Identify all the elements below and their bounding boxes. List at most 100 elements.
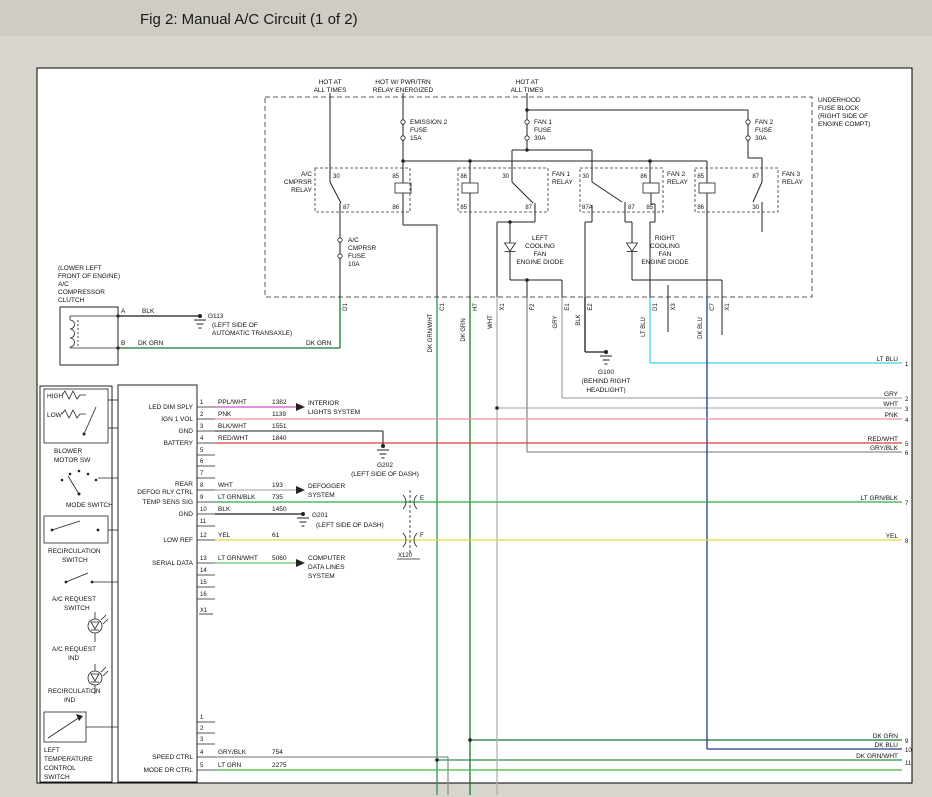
svg-text:AUTOMATIC TRANSAXLE): AUTOMATIC TRANSAXLE)	[212, 330, 292, 337]
terminal-a: A	[121, 308, 126, 315]
svg-text:IND: IND	[68, 655, 80, 662]
tag-dk-grn-wht: DK GRN/WHT	[428, 313, 434, 352]
svg-text:HIGH: HIGH	[47, 393, 64, 400]
svg-text:FAN: FAN	[534, 251, 547, 258]
svg-text:LOW REF: LOW REF	[163, 537, 193, 544]
svg-text:10A: 10A	[348, 261, 360, 268]
terminal-b: B	[121, 340, 125, 347]
svg-text:ENGINE COMPT): ENGINE COMPT)	[818, 121, 870, 128]
svg-text:(LOWER LEFT: (LOWER LEFT	[58, 265, 102, 272]
fan2-fuse-label: FAN 2	[755, 119, 773, 126]
svg-text:RECIRCULATION: RECIRCULATION	[48, 548, 101, 555]
tag-dk-blu: DK BLU	[698, 317, 704, 339]
svg-text:ALL TIMES: ALL TIMES	[314, 87, 348, 94]
svg-text:87: 87	[628, 205, 635, 211]
svg-text:11: 11	[905, 761, 912, 767]
svg-text:DEFOG RLY CTRL: DEFOG RLY CTRL	[137, 489, 193, 496]
svg-text:LT BLU: LT BLU	[877, 356, 899, 363]
connector-c7: C7	[710, 303, 716, 311]
svg-text:IND: IND	[64, 697, 76, 704]
svg-text:85: 85	[392, 174, 399, 180]
svg-text:30: 30	[502, 174, 509, 180]
tag-gry: GRY	[553, 316, 559, 329]
svg-text:14: 14	[200, 568, 207, 574]
svg-text:LT GRN/WHT: LT GRN/WHT	[218, 555, 258, 562]
connector-h7: H7	[473, 303, 479, 311]
svg-text:SWITCH: SWITCH	[44, 774, 70, 781]
svg-text:RED/WHT: RED/WHT	[868, 436, 898, 443]
feed-hot-2: HOT W/ PWR/TRN	[375, 79, 431, 86]
wire-a-color: BLK	[142, 308, 155, 315]
svg-text:2275: 2275	[272, 762, 287, 769]
svg-text:FUSE: FUSE	[755, 127, 773, 134]
svg-text:(RIGHT SIDE OF: (RIGHT SIDE OF	[818, 113, 868, 120]
svg-text:(LEFT SIDE OF DASH): (LEFT SIDE OF DASH)	[316, 522, 384, 529]
svg-text:PPL/WHT: PPL/WHT	[218, 399, 247, 406]
svg-text:10: 10	[200, 507, 207, 513]
svg-text:COOLING: COOLING	[650, 243, 680, 250]
svg-text:WHT: WHT	[218, 482, 233, 489]
svg-text:ENGINE DIODE: ENGINE DIODE	[516, 259, 564, 266]
wiring-diagram-page: Fig 2: Manual A/C Circuit (1 of 2)	[0, 0, 932, 797]
svg-text:G201: G201	[312, 512, 328, 519]
svg-text:X120: X120	[398, 553, 413, 559]
svg-text:FUSE: FUSE	[534, 127, 552, 134]
svg-text:A/C REQUEST: A/C REQUEST	[52, 646, 96, 653]
svg-text:(LEFT SIDE OF: (LEFT SIDE OF	[212, 322, 258, 329]
svg-text:85: 85	[697, 174, 704, 180]
svg-text:FUSE: FUSE	[410, 127, 428, 134]
fuse-block-label: UNDERHOOD	[818, 97, 861, 104]
wire-b-color: DK GRN	[138, 340, 164, 347]
svg-text:GND: GND	[179, 428, 194, 435]
svg-text:HEADLIGHT): HEADLIGHT)	[586, 387, 625, 394]
svg-text:RELAY: RELAY	[291, 187, 312, 194]
svg-text:1139: 1139	[272, 411, 286, 418]
module-connector-x1: X1	[200, 608, 208, 614]
svg-text:ENGINE DIODE: ENGINE DIODE	[641, 259, 689, 266]
feed-hot-3: HOT AT	[516, 79, 539, 86]
svg-text:LEFT: LEFT	[532, 235, 548, 242]
svg-text:G202: G202	[377, 462, 393, 469]
svg-text:DEFOGGER: DEFOGGER	[308, 483, 346, 490]
svg-text:85: 85	[646, 205, 653, 211]
svg-text:(LEFT SIDE OF DASH): (LEFT SIDE OF DASH)	[351, 471, 419, 478]
svg-text:30: 30	[582, 174, 589, 180]
tag-dk-grn: DK GRN	[461, 318, 467, 341]
svg-text:193: 193	[272, 482, 283, 489]
svg-text:61: 61	[272, 532, 280, 539]
svg-text:BLOWER: BLOWER	[54, 448, 82, 455]
svg-text:1840: 1840	[272, 435, 287, 442]
svg-text:15: 15	[200, 580, 207, 586]
svg-text:LT GRN/BLK: LT GRN/BLK	[861, 495, 899, 502]
svg-text:BATTERY: BATTERY	[164, 440, 194, 447]
svg-text:G113: G113	[208, 313, 224, 320]
svg-text:YEL: YEL	[886, 533, 899, 540]
svg-text:REAR: REAR	[175, 481, 193, 488]
svg-text:12: 12	[200, 533, 207, 539]
fan1-relay-label: FAN 1	[552, 171, 570, 178]
connector-e2: E2	[588, 303, 594, 311]
svg-text:LOW: LOW	[47, 412, 63, 419]
connector-d1: D1	[343, 303, 349, 311]
svg-text:RIGHT: RIGHT	[655, 235, 675, 242]
svg-text:87: 87	[525, 205, 532, 211]
svg-text:RELAY ENERGIZED: RELAY ENERGIZED	[373, 87, 434, 94]
svg-text:30: 30	[752, 205, 759, 211]
connector-d1-b: D1	[653, 303, 659, 311]
svg-text:85: 85	[460, 205, 467, 211]
svg-text:(BEHIND RIGHT: (BEHIND RIGHT	[582, 378, 631, 385]
svg-text:87A: 87A	[582, 205, 593, 211]
svg-text:LIGHTS SYSTEM: LIGHTS SYSTEM	[308, 409, 360, 416]
svg-text:WHT: WHT	[883, 401, 898, 408]
svg-text:FAN: FAN	[659, 251, 672, 258]
diagram-panel	[37, 68, 912, 783]
svg-text:GRY: GRY	[884, 391, 899, 398]
svg-text:BLK: BLK	[218, 506, 231, 513]
svg-text:MODE DR CTRL: MODE DR CTRL	[144, 767, 194, 774]
tag-lt-blu: LT BLU	[641, 317, 647, 337]
svg-text:RELAY: RELAY	[667, 179, 688, 186]
svg-text:LED DIM SPLY: LED DIM SPLY	[149, 404, 194, 411]
svg-text:86: 86	[640, 174, 647, 180]
tag-blk: BLK	[576, 314, 582, 325]
svg-text:GRY/BLK: GRY/BLK	[218, 749, 247, 756]
